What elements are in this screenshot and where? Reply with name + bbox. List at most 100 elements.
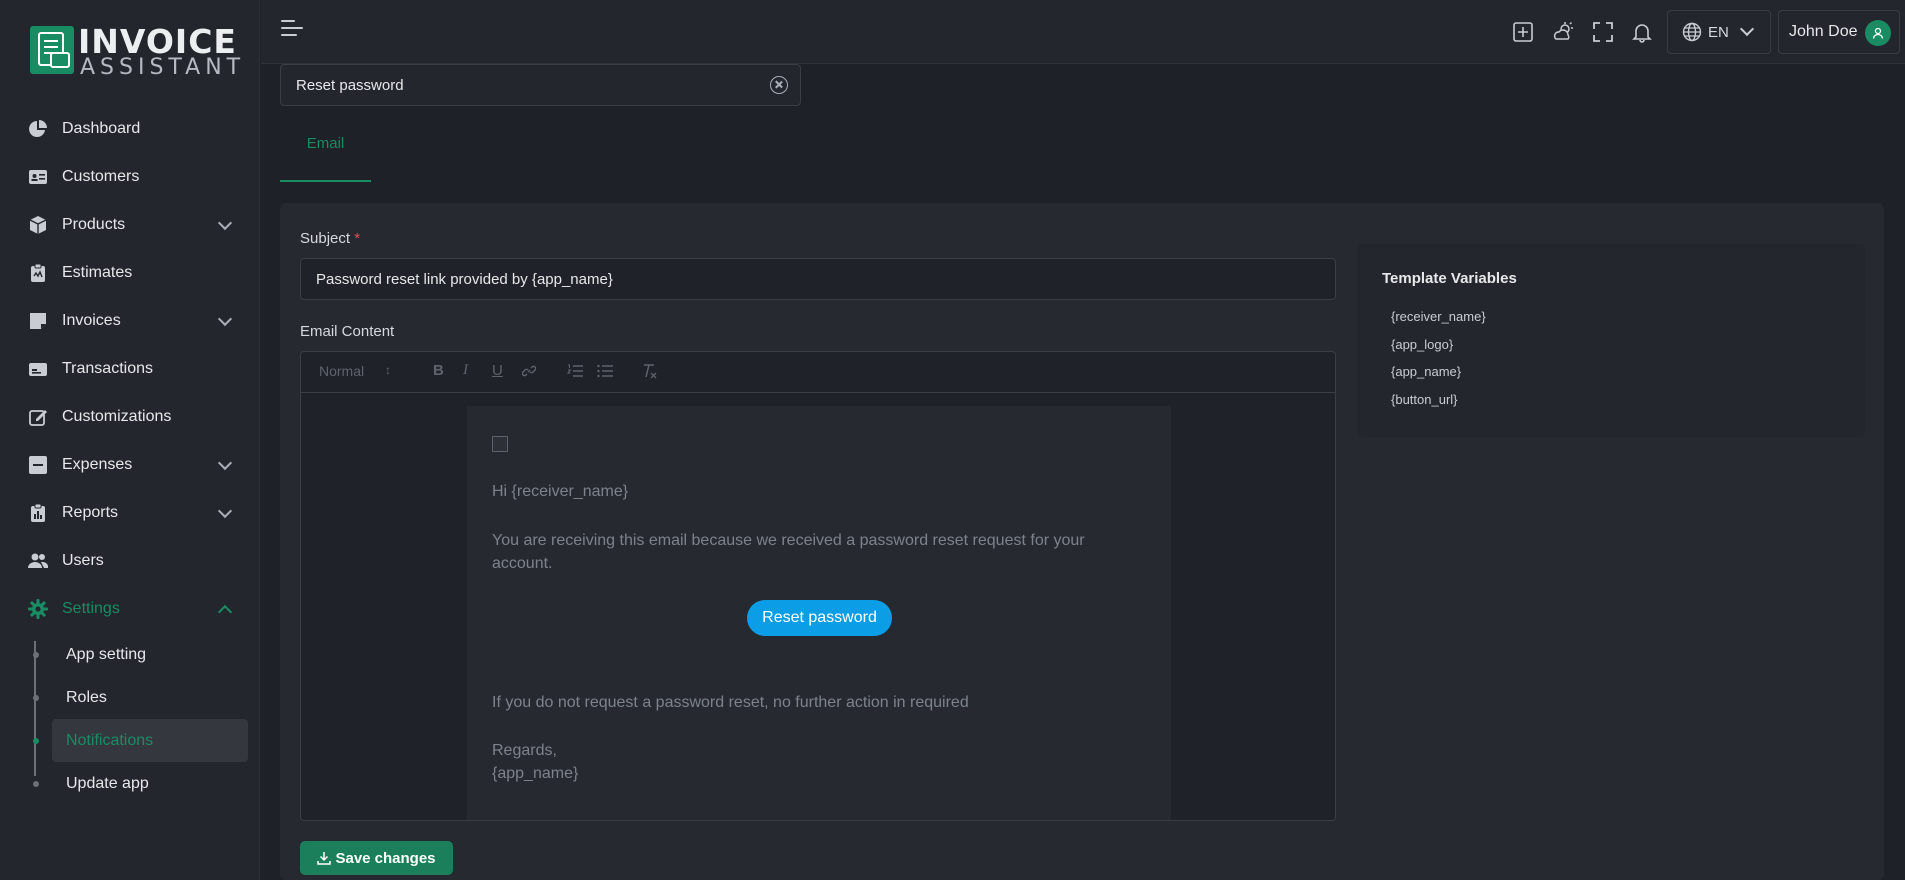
minus-square-icon <box>28 455 48 475</box>
sidebar-item-label: Products <box>62 216 126 233</box>
sidebar-item-label: Customers <box>62 168 140 185</box>
sidebar-item-customers[interactable]: Customers <box>0 153 260 201</box>
avatar <box>1865 20 1891 46</box>
fullscreen-icon[interactable] <box>1591 20 1615 44</box>
box-icon <box>28 215 48 235</box>
variable-item[interactable]: {app_logo} <box>1391 337 1453 352</box>
sidebar-item-expenses[interactable]: Expenses <box>0 441 260 489</box>
sidebar-item-label: Reports <box>62 504 119 521</box>
sticky-note-icon <box>28 311 48 331</box>
variable-item[interactable]: {app_name} <box>1391 364 1461 379</box>
edit-icon <box>28 407 48 427</box>
pie-chart-icon <box>28 119 48 139</box>
sidebar-item-products[interactable]: Products <box>0 201 260 249</box>
email-content-editor[interactable]: Normal B I U Hi {receiver_name} You are … <box>300 351 1336 821</box>
italic-button[interactable]: I <box>463 362 468 379</box>
chevron-down-icon[interactable] <box>217 455 233 471</box>
sidebar-item-label: App setting <box>66 645 147 663</box>
gear-icon <box>28 599 48 619</box>
bold-button[interactable]: B <box>433 362 444 379</box>
sidebar-item-label: Estimates <box>62 264 133 281</box>
language-label: EN <box>1708 23 1729 41</box>
sidebar: INVOICE ASSISTANT Dashboard Customers Pr… <box>0 0 260 880</box>
required-marker: * <box>354 230 361 247</box>
settings-submenu: App setting Roles Notifications Update a… <box>0 633 260 805</box>
format-select[interactable]: Normal <box>319 363 399 379</box>
reset-password-button[interactable]: Reset password <box>747 600 892 636</box>
sidebar-nav: Dashboard Customers Products Estimates I… <box>0 105 260 805</box>
weather-icon[interactable] <box>1551 20 1575 44</box>
sidebar-item-update-app[interactable]: Update app <box>33 762 260 805</box>
sidebar-item-label: Transactions <box>62 360 153 377</box>
sidebar-item-roles[interactable]: Roles <box>33 676 260 719</box>
underline-button[interactable]: U <box>492 362 503 379</box>
menu-toggle-icon[interactable] <box>281 20 303 38</box>
tab-email[interactable]: Email <box>280 116 371 182</box>
add-square-icon[interactable] <box>1511 20 1535 44</box>
globe-icon <box>1682 22 1702 42</box>
sidebar-item-customizations[interactable]: Customizations <box>0 393 260 441</box>
clear-format-icon[interactable] <box>642 363 658 383</box>
user-name: John Doe <box>1789 23 1858 40</box>
bullet-list-icon[interactable] <box>597 364 613 382</box>
sidebar-item-app-setting[interactable]: App setting <box>33 633 260 676</box>
invoice-logo-icon <box>30 26 74 74</box>
brand-line2: ASSISTANT <box>80 55 246 80</box>
chevron-up-icon[interactable] <box>217 604 233 620</box>
sidebar-item-label: Settings <box>62 600 120 617</box>
save-button[interactable]: Save changes <box>300 841 453 875</box>
sidebar-item-label: Users <box>62 552 104 569</box>
template-select-value: Reset password <box>296 76 404 94</box>
sidebar-item-estimates[interactable]: Estimates <box>0 249 260 297</box>
sidebar-item-label: Dashboard <box>62 120 141 137</box>
user-menu[interactable]: John Doe <box>1778 10 1900 54</box>
chevron-down-icon <box>1739 21 1755 37</box>
report-icon <box>28 503 48 523</box>
language-selector[interactable]: EN <box>1667 10 1771 54</box>
bullet-icon <box>33 695 39 701</box>
variable-item[interactable]: {receiver_name} <box>1391 309 1486 324</box>
email-greeting: Hi {receiver_name} <box>492 483 629 500</box>
sidebar-item-invoices[interactable]: Invoices <box>0 297 260 345</box>
email-footer: If you do not request a password reset, … <box>492 694 969 711</box>
editor-toolbar: Normal B I U <box>301 352 1335 393</box>
sidebar-item-reports[interactable]: Reports <box>0 489 260 537</box>
sidebar-item-dashboard[interactable]: Dashboard <box>0 105 260 153</box>
link-icon[interactable] <box>521 364 537 382</box>
email-body-line2: account. <box>492 555 553 572</box>
sidebar-item-label: Expenses <box>62 456 133 473</box>
app-logo[interactable]: INVOICE ASSISTANT <box>30 24 240 80</box>
email-body-line1: You are receiving this email because we … <box>492 532 1085 549</box>
sidebar-item-users[interactable]: Users <box>0 537 260 585</box>
subject-label: Subject * <box>300 230 361 247</box>
save-label: Save changes <box>335 849 436 867</box>
clipboard-icon <box>28 263 48 283</box>
sidebar-item-notifications[interactable]: Notifications <box>33 719 248 762</box>
bullet-icon <box>33 652 39 658</box>
sidebar-item-label: Roles <box>66 688 107 706</box>
email-content-label: Email Content <box>300 323 395 340</box>
download-icon <box>317 851 332 865</box>
chevron-down-icon[interactable] <box>217 311 233 327</box>
subject-field[interactable]: Password reset link provided by {app_nam… <box>300 258 1336 300</box>
id-card-icon <box>28 167 48 187</box>
chevron-down-icon[interactable] <box>217 503 233 519</box>
bullet-icon <box>33 738 39 744</box>
variable-item[interactable]: {button_url} <box>1391 392 1458 407</box>
tab-label: Email <box>306 135 345 152</box>
template-variables-panel: Template Variables {receiver_name} {app_… <box>1357 244 1865 437</box>
sidebar-item-settings[interactable]: Settings <box>0 585 260 633</box>
ordered-list-icon[interactable] <box>566 364 583 382</box>
bell-icon[interactable] <box>1630 20 1654 44</box>
top-bar: EN John Doe <box>261 0 1905 64</box>
clear-icon[interactable] <box>770 76 788 94</box>
sidebar-item-label: Invoices <box>62 312 121 329</box>
template-select[interactable]: Reset password <box>280 64 801 106</box>
users-icon <box>28 551 48 571</box>
template-variables-title: Template Variables <box>1382 270 1517 287</box>
bullet-icon <box>33 781 39 787</box>
chevron-down-icon[interactable] <box>217 215 233 231</box>
submenu-line <box>34 641 36 776</box>
sidebar-item-transactions[interactable]: Transactions <box>0 345 260 393</box>
sidebar-item-label: Notifications <box>66 731 154 749</box>
